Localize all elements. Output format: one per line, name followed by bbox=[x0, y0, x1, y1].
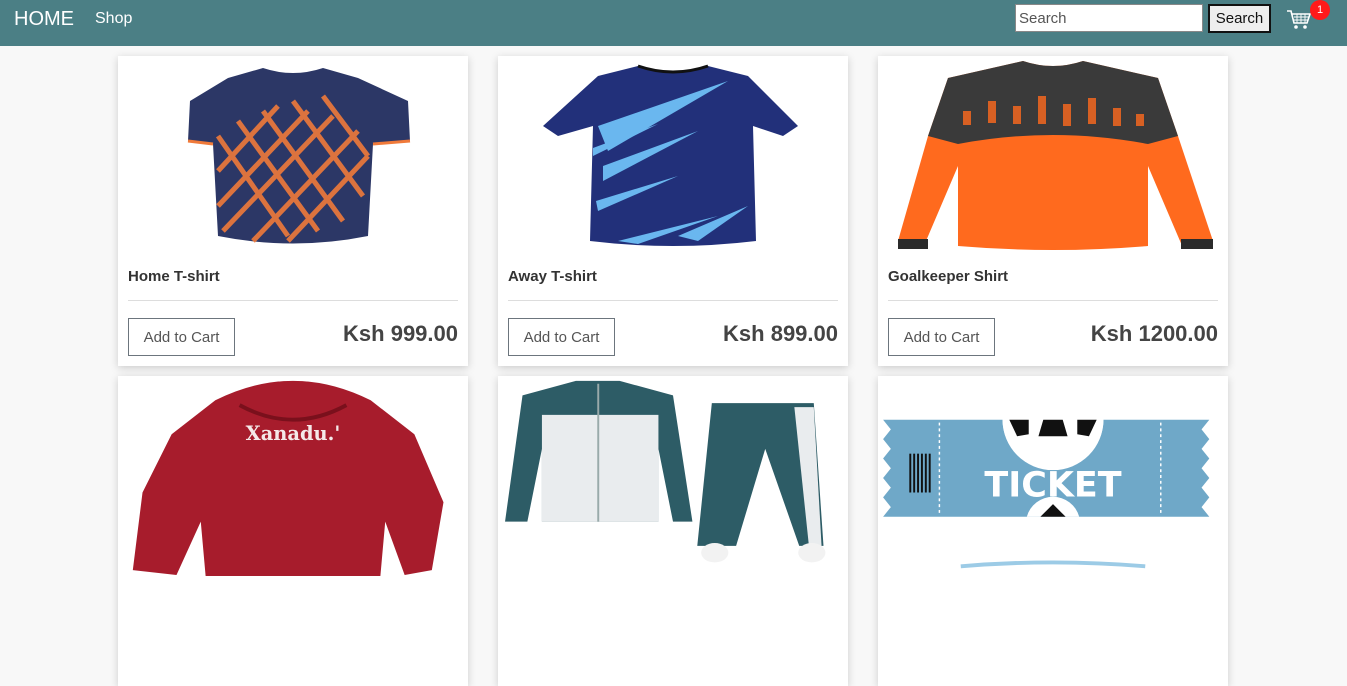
search-input[interactable] bbox=[1015, 4, 1203, 32]
goalkeeper-shirt-image bbox=[878, 56, 1228, 256]
away-tshirt-image bbox=[498, 56, 848, 256]
shop-link[interactable]: Shop bbox=[95, 10, 132, 28]
add-to-cart-button[interactable]: Add to Cart bbox=[508, 318, 615, 356]
product-card: TICKET bbox=[878, 376, 1228, 686]
product-card: Xanadu.' bbox=[118, 376, 468, 686]
hoodie-image: Xanadu.' bbox=[118, 376, 468, 576]
card-divider bbox=[888, 300, 1218, 301]
svg-text:Xanadu.': Xanadu.' bbox=[246, 422, 341, 445]
product-price: Ksh 1200.00 bbox=[1090, 321, 1218, 346]
add-to-cart-button[interactable]: Add to Cart bbox=[128, 318, 235, 356]
product-title: Away T-shirt bbox=[508, 268, 597, 285]
card-divider bbox=[508, 300, 838, 301]
product-price: Ksh 899.00 bbox=[723, 321, 838, 346]
shopping-cart-icon[interactable] bbox=[1286, 6, 1312, 32]
navbar: HOME Shop Search 1 bbox=[0, 0, 1347, 46]
add-to-cart-button[interactable]: Add to Cart bbox=[888, 318, 995, 356]
product-card: Goalkeeper Shirt Add to Cart Ksh 1200.00 bbox=[878, 56, 1228, 366]
search-button[interactable]: Search bbox=[1208, 4, 1271, 33]
tracksuit-image bbox=[498, 376, 848, 576]
home-tshirt-image bbox=[118, 56, 468, 256]
product-card: Away T-shirt Add to Cart Ksh 899.00 bbox=[498, 56, 848, 366]
product-title: Home T-shirt bbox=[128, 268, 220, 285]
home-link[interactable]: HOME bbox=[14, 8, 74, 31]
card-divider bbox=[128, 300, 458, 301]
cart-count-badge: 1 bbox=[1310, 0, 1330, 20]
product-card: Home T-shirt Add to Cart Ksh 999.00 bbox=[118, 56, 468, 366]
ticket-image: TICKET bbox=[878, 376, 1228, 576]
product-title: Goalkeeper Shirt bbox=[888, 268, 1009, 285]
product-card bbox=[498, 376, 848, 686]
product-price: Ksh 999.00 bbox=[343, 321, 458, 346]
